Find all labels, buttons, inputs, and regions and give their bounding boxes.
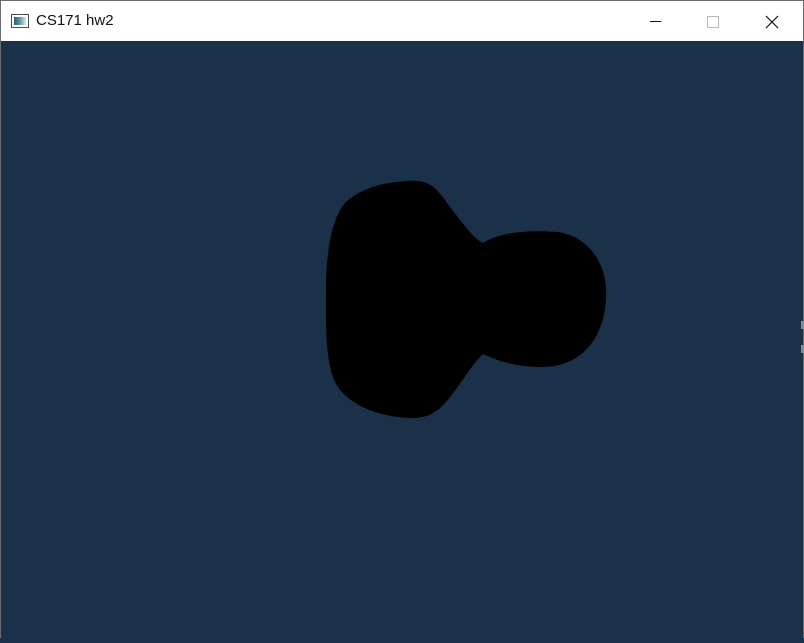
rendered-mesh-silhouette bbox=[325, 180, 607, 419]
app-window: CS171 hw2 bbox=[0, 0, 804, 638]
maximize-icon bbox=[707, 16, 719, 28]
close-button[interactable] bbox=[743, 1, 801, 41]
minimize-icon bbox=[650, 21, 661, 22]
title-bar[interactable]: CS171 hw2 bbox=[1, 1, 803, 41]
window-title: CS171 hw2 bbox=[36, 12, 114, 29]
maximize-button[interactable] bbox=[685, 1, 743, 41]
close-icon bbox=[765, 15, 779, 29]
app-window-icon bbox=[11, 14, 29, 28]
minimize-button[interactable] bbox=[627, 1, 685, 41]
opengl-viewport[interactable] bbox=[2, 41, 803, 638]
